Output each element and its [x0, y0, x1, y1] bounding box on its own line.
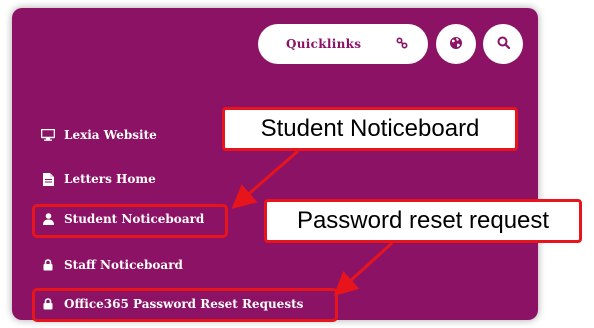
menu-item-label: Lexia Website	[64, 128, 157, 142]
globe-icon	[449, 36, 463, 53]
menu-item-label: Letters Home	[64, 172, 156, 186]
search-icon	[497, 36, 510, 52]
callout-label: Password reset request	[296, 207, 550, 234]
password-reset-callout: Password reset request	[264, 199, 582, 243]
quicklinks-button[interactable]: Quicklinks	[258, 24, 428, 64]
callout-label: Student Noticeboard	[260, 115, 480, 142]
student-noticeboard-callout: Student Noticeboard	[222, 107, 518, 151]
search-button[interactable]	[483, 24, 523, 64]
quicklinks-label: Quicklinks	[286, 37, 362, 51]
password-reset-highlight	[32, 288, 338, 322]
student-noticeboard-highlight	[32, 204, 228, 238]
lock-icon	[40, 258, 56, 272]
menu-item-letters-home[interactable]: Letters Home	[40, 172, 156, 186]
menu-item-lexia-website[interactable]: Lexia Website	[40, 128, 157, 142]
document-icon	[40, 172, 56, 186]
menu-item-label: Staff Noticeboard	[64, 258, 183, 272]
desktop-icon	[40, 128, 56, 142]
menu-item-staff-noticeboard[interactable]: Staff Noticeboard	[40, 258, 183, 272]
language-button[interactable]	[436, 24, 476, 64]
link-icon	[396, 36, 408, 52]
